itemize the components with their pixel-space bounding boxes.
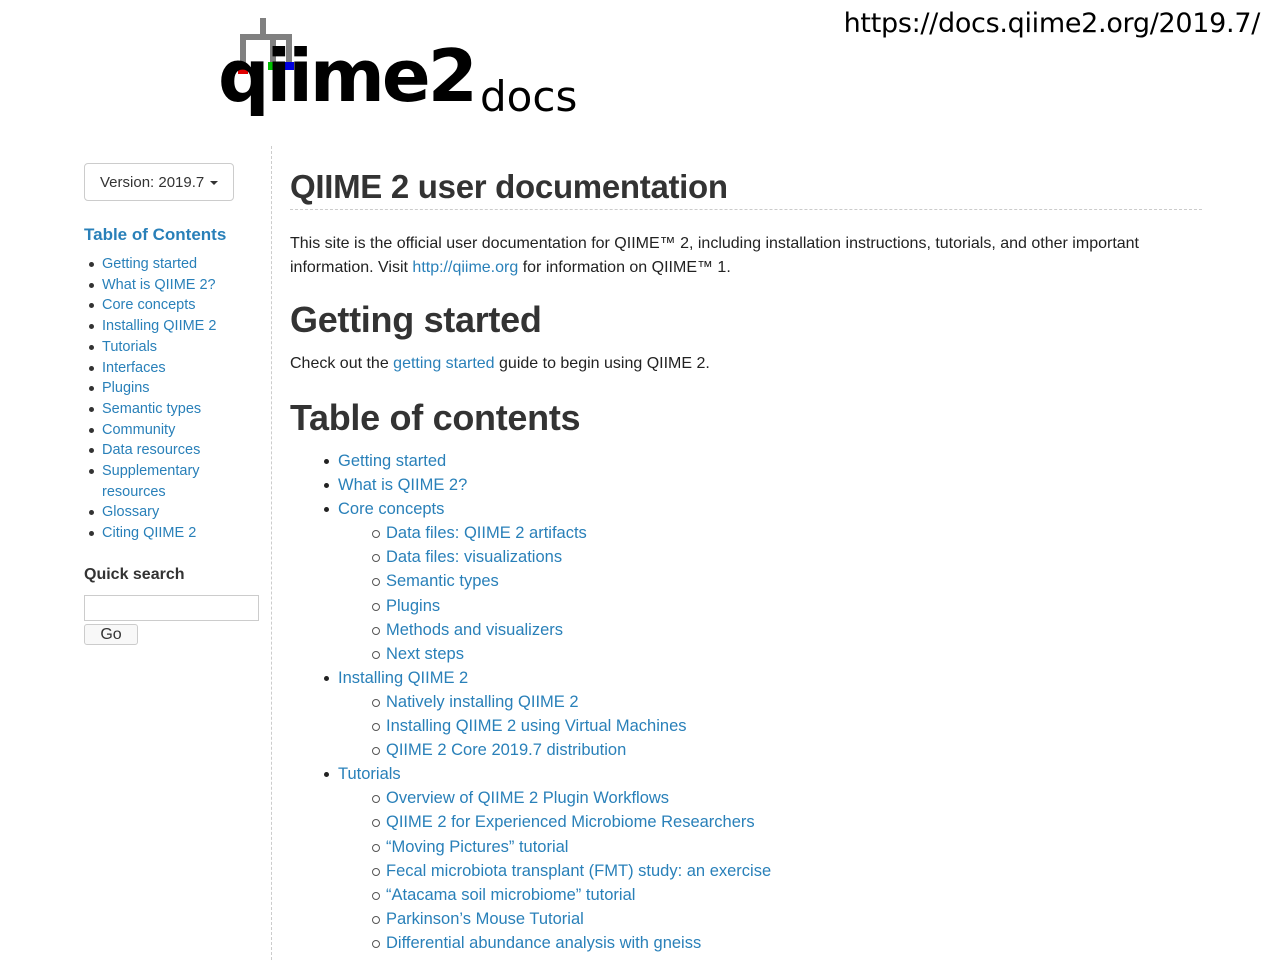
toc-link-what-is-qiime-2[interactable]: What is QIIME 2? [338,476,467,494]
getting-started-text-end: guide to begin using QIIME 2. [494,355,710,372]
toc-subitem-data-files-qiime-2-artifacts[interactable]: Data files: QIIME 2 artifacts [372,521,1202,545]
sidebar-toc-list: Getting started What is QIIME 2? Core conc… [84,254,264,544]
toc-sublist: Data files: QIIME 2 artifacts Data files:… [338,521,1202,666]
toc-item-tutorials: Tutorials Overview of QIIME 2 Plugin Work… [324,762,1202,955]
toc-subitem-next-steps[interactable]: Next steps [372,642,1202,666]
getting-started-text: Check out the [290,355,394,372]
toc-subitem-installing-qiime-2-using-virtual-machines[interactable]: Installing QIIME 2 using Virtual Machine… [372,714,1202,738]
toc-subitem-parkinson-s-mouse-tutorial[interactable]: Parkinson’s Mouse Tutorial [372,907,1202,931]
sidebar-item-community[interactable]: Community [88,420,264,441]
search-input[interactable] [84,594,259,621]
version-dropdown[interactable]: Version: 2019.7 [84,163,235,201]
toc-subitem-atacama-soil-microbiome-tutorial[interactable]: “Atacama soil microbiome” tutorial [372,883,1202,907]
sidebar-item-data-resources[interactable]: Data resources [88,440,264,461]
toc-subitem-natively-installing-qiime-2[interactable]: Natively installing QIIME 2 [372,690,1202,714]
sidebar-item-glossary[interactable]: Glossary [88,502,264,523]
sidebar-item-semantic-types[interactable]: Semantic types [88,399,264,420]
toc-link-installing-qiime-2[interactable]: Installing QIIME 2 [338,669,468,687]
logo-wordmark: qiime2 [218,34,478,118]
toc-item-what-is-qiime-2: What is QIIME 2? [324,473,1202,497]
logo-docs-text: docs [480,72,578,121]
sidebar: Version: 2019.7 Table of Contents Gettin… [84,163,264,645]
main-content: QIIME 2 user documentation This site is … [290,167,1202,955]
toc-link-tutorials[interactable]: Tutorials [338,765,401,783]
intro-text-end: for information on QIIME™ 1. [518,259,731,276]
sidebar-item-plugins[interactable]: Plugins [88,378,264,399]
toc-subitem-data-files-visualizations[interactable]: Data files: visualizations [372,545,1202,569]
toc-subitem-differential-abundance-analysis-with-gneiss[interactable]: Differential abundance analysis with gne… [372,931,1202,955]
sidebar-item-citing-qiime-2[interactable]: Citing QIIME 2 [88,523,264,544]
getting-started-heading: Getting started [290,299,542,340]
toc-link-core-concepts[interactable]: Core concepts [338,500,444,518]
sidebar-item-core-concepts[interactable]: Core concepts [88,295,264,316]
sidebar-item-what-is-qiime-2[interactable]: What is QIIME 2? [88,275,264,296]
toc-subitem-overview-of-qiime-2-plugin-workflows[interactable]: Overview of QIIME 2 Plugin Workflows [372,786,1202,810]
url-caption: https://docs.qiime2.org/2019.7/ [843,8,1261,39]
toc-sublist: Overview of QIIME 2 Plugin Workflows QIIM… [338,786,1202,955]
toc-link-getting-started[interactable]: Getting started [338,452,446,470]
sidebar-toc-title[interactable]: Table of Contents [84,225,264,245]
sidebar-item-getting-started[interactable]: Getting started [88,254,264,275]
main-toc-list: Getting started What is QIIME 2? Core conc… [290,449,1202,955]
intro-paragraph: This site is the official user documenta… [290,232,1202,280]
toc-subitem-semantic-types[interactable]: Semantic types [372,569,1202,593]
go-button[interactable]: Go [84,623,138,645]
getting-started-link[interactable]: getting started [393,355,494,372]
sidebar-item-supplementary-resources[interactable]: Supplementary resources [88,461,264,502]
qiime-org-link[interactable]: http://qiime.org [412,259,518,276]
version-label: Version: 2019.7 [100,173,205,191]
toc-subitem-moving-pictures-tutorial[interactable]: “Moving Pictures” tutorial [372,835,1202,859]
sidebar-item-installing-qiime-2[interactable]: Installing QIIME 2 [88,316,264,337]
getting-started-paragraph: Check out the getting started guide to b… [290,352,1202,376]
caret-down-icon [210,181,219,185]
toc-item-getting-started: Getting started [324,449,1202,473]
qiime2-docs-logo[interactable]: qiime2 docs [218,16,588,136]
toc-subitem-qiime-2-core-2019-7-distribution[interactable]: QIIME 2 Core 2019.7 distribution [372,738,1202,762]
toc-subitem-methods-and-visualizers[interactable]: Methods and visualizers [372,618,1202,642]
toc-item-installing-qiime-2: Installing QIIME 2 Natively installing QI… [324,666,1202,762]
toc-sublist: Natively installing QIIME 2 Installing QI… [338,690,1202,762]
toc-subitem-qiime-2-for-experienced-microbiome-researchers[interactable]: QIIME 2 for Experienced Microbiome Resea… [372,810,1202,834]
page-title: QIIME 2 user documentation [290,167,1202,210]
sidebar-divider [271,146,272,960]
sidebar-item-tutorials[interactable]: Tutorials [88,337,264,358]
quick-search-title: Quick search [84,565,185,583]
toc-item-core-concepts: Core concepts Data files: QIIME 2 artifac… [324,497,1202,666]
sidebar-item-interfaces[interactable]: Interfaces [88,358,264,379]
toc-subitem-fecal-microbiota-transplant-fmt-study-an-exercise[interactable]: Fecal microbiota transplant (FMT) study:… [372,859,1202,883]
toc-subitem-plugins[interactable]: Plugins [372,594,1202,618]
toc-heading: Table of contents [290,397,581,438]
